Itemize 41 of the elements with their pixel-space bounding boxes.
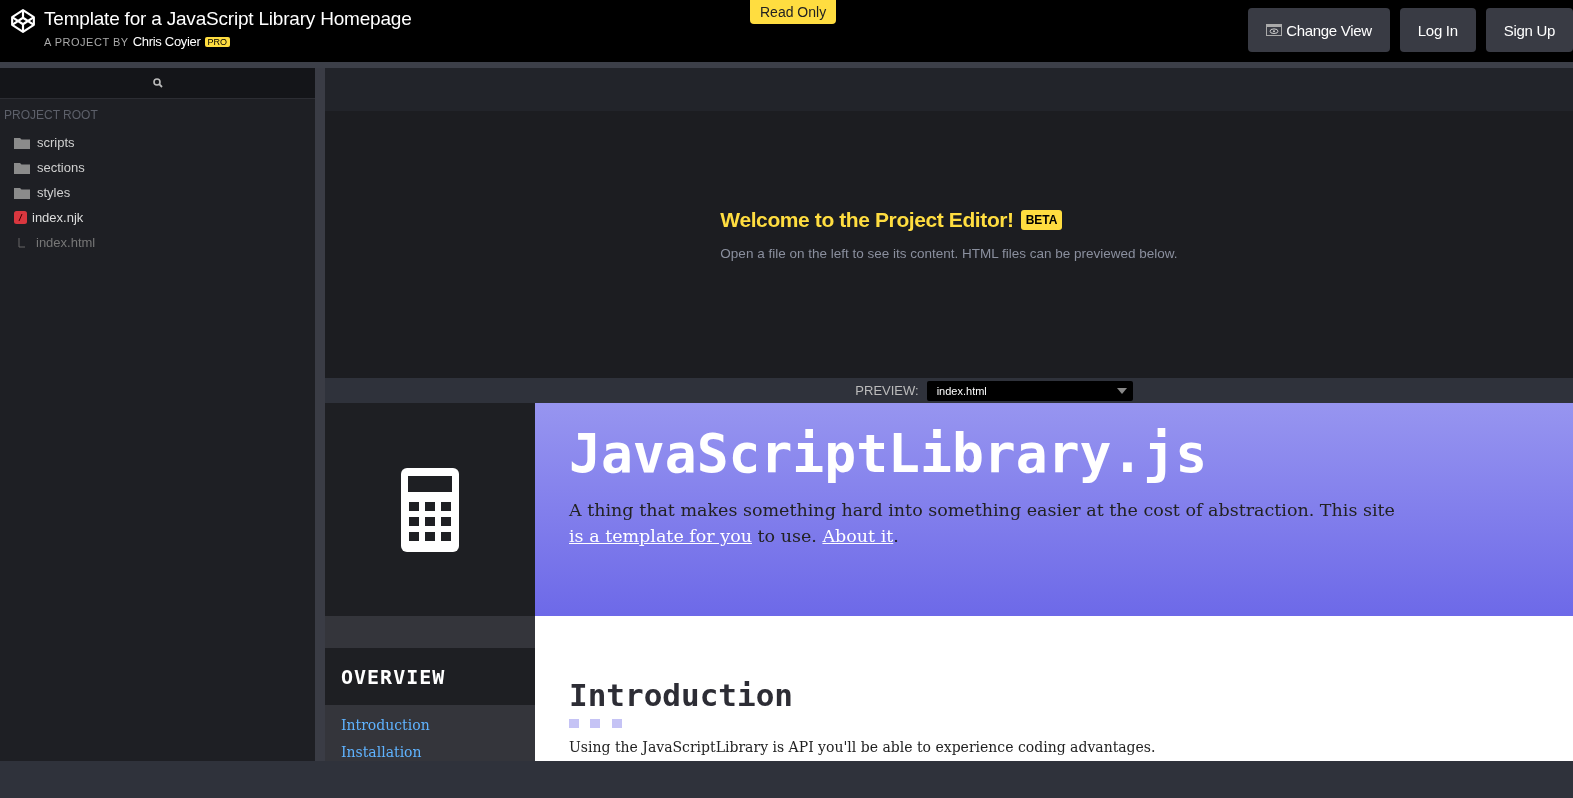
editor-hint-text: Open a file on the left to see its content. HTML files can be previewed below.	[720, 246, 1178, 261]
intro-link[interactable]: About it	[822, 526, 894, 546]
nav-link[interactable]: Installation	[341, 744, 519, 760]
preview-label: PREVIEW:	[855, 383, 919, 398]
section-text: Using the JavaScriptLibrary is API you'll be able to experience coding advantages.	[569, 739, 1157, 756]
header-button[interactable]: Sign Up	[1485, 8, 1573, 52]
nav-heading: OVERVIEW	[325, 648, 535, 705]
dots-divider-icon	[569, 719, 625, 729]
folder-icon	[14, 136, 30, 149]
slash-file-icon	[14, 211, 27, 224]
project-title: Template for a JavaScript Library Homepage	[44, 7, 412, 31]
intro-text: A thing that makes something hard into something easier at the cost of abstraction. This site is a template for you to use. About it.	[569, 499, 1396, 548]
file-tree-item[interactable]: scripts	[0, 130, 315, 155]
calculator-icon	[401, 467, 459, 552]
byline-label: A PROJECT BY	[44, 35, 129, 48]
folder-icon	[14, 161, 30, 174]
change-view-button[interactable]: Change View	[1248, 8, 1390, 52]
section-heading: Introduction	[569, 676, 794, 714]
search-bar[interactable]	[0, 68, 315, 99]
file-tree-item[interactable]: index.njk	[0, 205, 315, 230]
pro-badge: PRO	[204, 36, 231, 47]
file-tree-item[interactable]: sections	[0, 155, 315, 180]
header-button[interactable]: Log In	[1399, 8, 1476, 52]
branch-line-icon	[18, 237, 26, 248]
beta-badge: BETA	[1020, 210, 1063, 230]
nav-link[interactable]: Introduction	[341, 717, 519, 733]
eye-window-icon	[1266, 24, 1283, 36]
cube-logo-icon[interactable]	[10, 8, 36, 34]
search-icon	[152, 78, 163, 88]
intro-link[interactable]: is a template for you	[569, 526, 752, 546]
file-tree-item[interactable]: styles	[0, 180, 315, 205]
site-title: JavaScriptLibrary.js	[569, 422, 1209, 485]
splitter-handle[interactable]	[315, 68, 325, 761]
read-only-badge: Read Only	[750, 0, 837, 24]
caret-icon	[1116, 387, 1127, 394]
author-link[interactable]: Chris Coyier	[132, 34, 201, 49]
file-tree-item[interactable]: index.html	[0, 230, 315, 255]
welcome-heading: Welcome to the Project Editor!	[720, 208, 1014, 232]
project-root-heading: PROJECT ROOT	[3, 107, 99, 124]
folder-icon	[14, 186, 30, 199]
preview-file-select[interactable]: index.html	[926, 380, 1133, 401]
